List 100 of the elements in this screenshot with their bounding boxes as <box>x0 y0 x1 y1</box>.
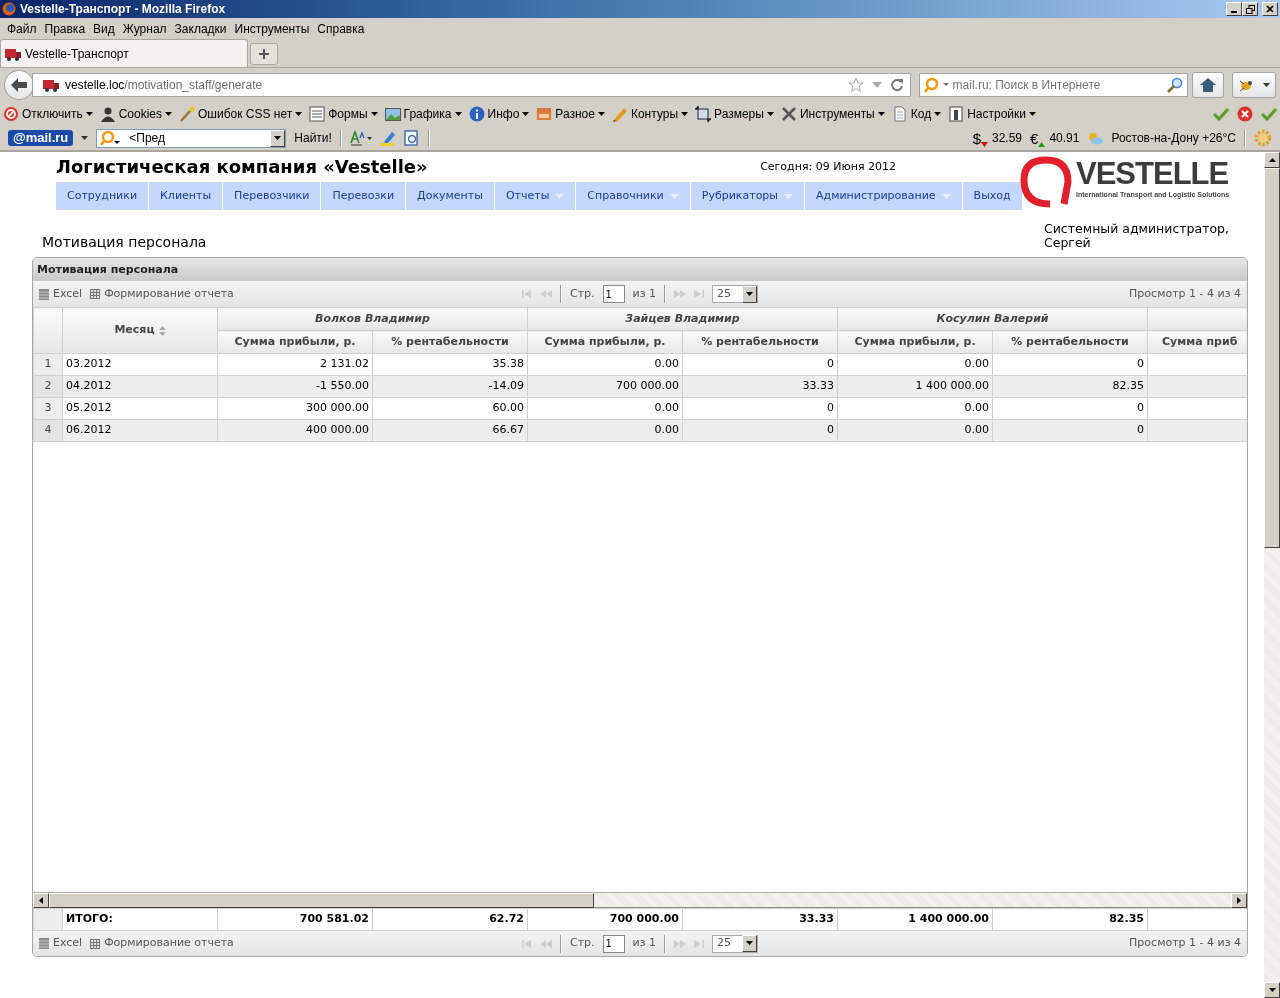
toolbar-menu-button[interactable]: Формы <box>309 105 378 123</box>
search-box[interactable]: mail.ru: Поиск в Интернете <box>918 73 1189 97</box>
tools-icon <box>780 106 797 122</box>
scrollbar-thumb[interactable] <box>1264 168 1280 548</box>
menu-item[interactable]: Закладки <box>170 18 231 40</box>
menu-item[interactable]: Правка <box>40 18 90 40</box>
caret-icon <box>85 111 93 117</box>
caret-icon <box>746 941 754 946</box>
menu-item[interactable]: Файл <box>3 18 41 40</box>
close-icon <box>1266 5 1274 13</box>
menu-item[interactable]: Вид <box>89 18 119 40</box>
browser-icon <box>2 2 16 16</box>
new-tab-button[interactable] <box>250 43 278 65</box>
excel-button[interactable]: Excel <box>39 935 83 952</box>
page-size-select[interactable]: 25 <box>712 934 759 953</box>
menu-item[interactable]: Журнал <box>118 18 171 40</box>
nav-tab[interactable]: Отчеты <box>494 182 576 210</box>
highlighter-icon[interactable] <box>379 130 396 146</box>
total-cell: 82.35 <box>992 908 1148 931</box>
info-icon <box>468 106 485 122</box>
table-cell: 04.2012 <box>62 375 218 398</box>
page-size-select[interactable]: 25 <box>712 285 759 303</box>
exchange-rate: 32.59 <box>992 130 1023 147</box>
caret-icon <box>746 291 754 297</box>
page-field[interactable]: 1 <box>602 285 625 303</box>
nav-tab[interactable]: Рубрикаторы <box>690 182 805 210</box>
spreadsheet-icon <box>39 288 49 300</box>
arrow-up-icon <box>1268 158 1276 162</box>
error-icon[interactable] <box>1237 106 1253 122</box>
nav-tab[interactable]: Перевозки <box>321 182 406 210</box>
toolbar-menu-button[interactable]: Размеры <box>695 105 774 123</box>
row-number: 4 <box>33 419 63 442</box>
spreadsheet-icon <box>39 938 49 949</box>
row-number: 3 <box>33 397 63 420</box>
total-cell: 33.33 <box>682 908 838 931</box>
nav-tab[interactable]: Сотрудники <box>56 182 149 210</box>
nav-tab[interactable]: Перевозчики <box>223 182 321 210</box>
page-count: из 1 <box>632 935 657 952</box>
table-cell: 05.2012 <box>62 397 218 420</box>
report-button[interactable]: Формирование отчета <box>90 935 234 952</box>
mail-logo[interactable]: @mail.ru <box>8 130 74 146</box>
page-heading: Мотивация персонала <box>42 233 207 252</box>
nav-tab[interactable]: Выход <box>962 182 1022 210</box>
zoom-page-icon[interactable] <box>403 130 420 146</box>
toolbar-menu-button[interactable]: Графика <box>384 105 462 123</box>
plus-icon <box>259 49 269 59</box>
back-button[interactable] <box>4 70 34 100</box>
star-icon[interactable] <box>847 77 864 93</box>
toolbar-menu-button[interactable]: Настройки <box>948 105 1036 123</box>
toolbar-menu-button[interactable]: Код <box>891 105 942 123</box>
find-button[interactable]: Найти! <box>294 129 332 147</box>
arrow-down-icon <box>1268 988 1276 992</box>
mail-search-field[interactable]: <Пред <box>96 128 287 148</box>
scroll-up-button[interactable] <box>1264 152 1280 168</box>
scroll-down-button[interactable] <box>1264 982 1280 998</box>
excel-button[interactable]: Excel <box>39 285 83 303</box>
scroll-left-button[interactable] <box>33 893 49 908</box>
table-cell: 0 <box>682 397 838 420</box>
nav-tab[interactable]: Администрирование <box>805 182 962 210</box>
check-icon[interactable] <box>1261 107 1277 121</box>
toolbar-menu-button[interactable]: Инструменты <box>780 105 885 123</box>
browser-tab[interactable]: Vestelle-Транспорт <box>0 39 248 67</box>
report-button[interactable]: Формирование отчета <box>90 285 234 303</box>
toolbar-menu-button[interactable]: Отключить <box>3 105 93 123</box>
grid-caption: Мотивация персонала <box>33 258 1247 281</box>
home-button[interactable] <box>1192 72 1225 98</box>
close-button[interactable] <box>1262 2 1278 16</box>
caret-icon <box>274 135 282 141</box>
menu-item[interactable]: Справка <box>313 18 369 40</box>
dropdown-icon[interactable] <box>81 135 89 141</box>
text-size-icon[interactable] <box>349 130 372 146</box>
minimize-button[interactable] <box>1226 2 1242 16</box>
address-field[interactable]: vestelle.loc/motivation_staff/generate <box>31 73 911 97</box>
reload-icon[interactable] <box>889 78 904 92</box>
nav-tab[interactable]: Клиенты <box>149 182 223 210</box>
column-header[interactable]: Месяц <box>62 307 218 354</box>
nav-tab[interactable]: Документы <box>406 182 494 210</box>
table-cell: 2 131.02 <box>217 353 373 376</box>
toolbar-menu-button[interactable]: Разное <box>536 105 605 123</box>
exchange-rate: 40.91 <box>1049 130 1080 147</box>
table-cell: 300 000.00 <box>217 397 373 420</box>
table-cell: -14.09 <box>372 375 528 398</box>
table-cell: 0 <box>682 419 838 442</box>
table-cell: 60.00 <box>372 397 528 420</box>
drawer-icon <box>536 106 553 122</box>
toolbar-menu-button[interactable]: Инфо <box>468 105 530 123</box>
addon-button[interactable] <box>1232 72 1276 98</box>
toolbar-menu-button[interactable]: Ошибок CSS нет <box>179 105 303 123</box>
record-summary: Просмотр 1 - 4 из 4 <box>1128 285 1241 302</box>
scroll-right-button[interactable] <box>1231 893 1247 908</box>
scrollbar-thumb[interactable] <box>49 893 594 908</box>
restore-button[interactable] <box>1242 2 1258 16</box>
page-field[interactable]: 1 <box>602 934 625 953</box>
check-icon[interactable] <box>1213 107 1229 121</box>
nav-tab[interactable]: Справочники <box>576 182 690 210</box>
toolbar-menu-button[interactable]: Cookies <box>99 105 172 123</box>
search-icon[interactable] <box>1167 77 1184 93</box>
table-cell: 33.33 <box>682 375 838 398</box>
toolbar-menu-button[interactable]: Контуры <box>611 105 689 123</box>
menu-item[interactable]: Инструменты <box>230 18 314 40</box>
